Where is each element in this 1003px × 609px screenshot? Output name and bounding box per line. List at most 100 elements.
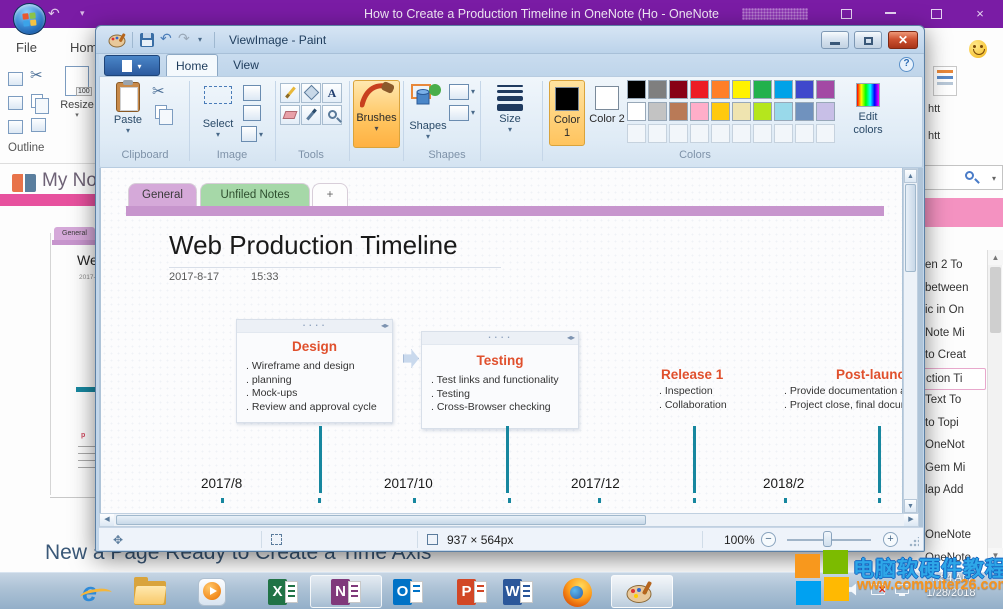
media-player-icon[interactable] bbox=[198, 577, 226, 606]
tab-home[interactable]: Home bbox=[166, 54, 218, 76]
color-swatch[interactable] bbox=[669, 80, 688, 99]
color-swatch-empty[interactable] bbox=[669, 124, 688, 143]
shape-fill-icon[interactable] bbox=[449, 105, 469, 121]
color-swatch[interactable] bbox=[690, 80, 709, 99]
size-button[interactable]: Size ▾ bbox=[488, 82, 532, 134]
color-picker-tool-icon[interactable] bbox=[301, 105, 321, 125]
shapes-icon[interactable] bbox=[411, 82, 443, 110]
crop-icon[interactable] bbox=[243, 85, 261, 101]
paint-redo-icon[interactable]: ↷ bbox=[178, 30, 190, 47]
outline-icon-3[interactable] bbox=[8, 120, 23, 134]
color-swatch[interactable] bbox=[711, 80, 730, 99]
link-fragment[interactable]: htt bbox=[928, 130, 940, 142]
paint-minimize-button[interactable] bbox=[821, 31, 849, 49]
onenote-scrollbar[interactable]: ▲ ▼ bbox=[987, 250, 1002, 563]
zoom-in-button[interactable]: + bbox=[883, 532, 898, 547]
color-swatch[interactable] bbox=[711, 102, 730, 121]
zoom-slider-thumb[interactable] bbox=[823, 531, 832, 547]
paint-undo-icon[interactable]: ↶ bbox=[160, 30, 172, 47]
color-swatch[interactable] bbox=[795, 102, 814, 121]
color-swatch[interactable] bbox=[753, 80, 772, 99]
save-icon[interactable] bbox=[140, 33, 154, 47]
color-swatch-empty[interactable] bbox=[753, 124, 772, 143]
scroll-right-icon[interactable]: ▶ bbox=[904, 514, 918, 526]
scroll-left-icon[interactable]: ◀ bbox=[100, 514, 114, 526]
touch-mode-button[interactable] bbox=[836, 7, 856, 21]
outline-icon-4[interactable] bbox=[31, 118, 46, 132]
color-swatch[interactable] bbox=[669, 102, 688, 121]
color-swatch-empty[interactable] bbox=[711, 124, 730, 143]
firefox-icon[interactable] bbox=[563, 577, 592, 607]
outline-dropdown-icon[interactable]: ▾ bbox=[471, 87, 475, 96]
color-swatch[interactable] bbox=[753, 102, 772, 121]
resize-grip[interactable] bbox=[909, 537, 919, 547]
search-scope-dropdown-icon[interactable]: ▾ bbox=[992, 174, 996, 183]
paste-icon[interactable] bbox=[31, 94, 43, 108]
internet-explorer-icon[interactable]: e bbox=[82, 577, 112, 607]
select-button[interactable]: Select ▾ bbox=[197, 82, 239, 139]
color-swatch[interactable] bbox=[627, 102, 646, 121]
zoom-out-button[interactable]: − bbox=[761, 532, 776, 547]
fill-tool-icon[interactable] bbox=[301, 83, 321, 103]
cut-tool-icon[interactable]: ✂ bbox=[152, 82, 165, 100]
paint-titlebar[interactable]: ↶ ↷ ▾ ViewImage - Paint ✕ bbox=[96, 26, 924, 54]
excel-icon[interactable]: X bbox=[268, 577, 298, 607]
text-tool-icon[interactable]: A bbox=[322, 83, 342, 103]
paste-button[interactable]: Paste ▾ bbox=[109, 82, 147, 135]
copy-icon[interactable] bbox=[155, 105, 167, 119]
onenote-minimize-button[interactable] bbox=[880, 7, 900, 21]
canvas-horizontal-scrollbar[interactable]: ◀ ▶ bbox=[99, 513, 919, 527]
paint-canvas[interactable]: General Unfiled Notes + Web Production T… bbox=[101, 168, 902, 513]
color1-button[interactable]: Color 1 bbox=[549, 80, 585, 146]
notebook-title[interactable]: My No bbox=[42, 170, 97, 192]
color-swatch[interactable] bbox=[648, 80, 667, 99]
color-swatch[interactable] bbox=[732, 80, 751, 99]
smiley-feedback-icon[interactable] bbox=[969, 40, 987, 58]
color2-button[interactable]: Color 2 bbox=[589, 80, 625, 146]
start-button[interactable] bbox=[13, 3, 46, 35]
scrollbar-thumb[interactable] bbox=[990, 267, 1001, 333]
color-swatch[interactable] bbox=[627, 80, 646, 99]
paint-close-button[interactable]: ✕ bbox=[888, 31, 918, 49]
onenote-icon[interactable]: N bbox=[331, 577, 361, 607]
color-swatch-empty[interactable] bbox=[690, 124, 709, 143]
color-swatch[interactable] bbox=[774, 102, 793, 121]
color-swatch[interactable] bbox=[648, 102, 667, 121]
color-swatch-empty[interactable] bbox=[816, 124, 835, 143]
paint-file-menu-button[interactable]: ▾ bbox=[104, 55, 160, 76]
resize-button[interactable]: 100 Resize ▾ bbox=[58, 66, 96, 124]
color-swatch-empty[interactable] bbox=[795, 124, 814, 143]
shape-outline-icon[interactable] bbox=[449, 84, 469, 100]
scrollbar-thumb[interactable] bbox=[905, 184, 916, 272]
shapes-button[interactable]: Shapes ▾ bbox=[407, 120, 449, 141]
onenote-restore-button[interactable] bbox=[926, 7, 946, 21]
color-swatch[interactable] bbox=[690, 102, 709, 121]
outline-icon[interactable] bbox=[8, 72, 23, 86]
tab-view[interactable]: View bbox=[221, 54, 271, 76]
color-swatch-empty[interactable] bbox=[648, 124, 667, 143]
qat-customize-icon[interactable]: ▾ bbox=[198, 35, 202, 44]
undo-icon[interactable]: ↶ bbox=[48, 5, 60, 22]
color-swatch[interactable] bbox=[816, 80, 835, 99]
rotate-icon[interactable] bbox=[241, 126, 257, 142]
paint-taskbar-icon[interactable] bbox=[625, 580, 655, 609]
word-icon[interactable]: W bbox=[503, 577, 533, 607]
scroll-up-icon[interactable]: ▲ bbox=[904, 169, 917, 183]
qat-dropdown-icon[interactable]: ▾ bbox=[80, 8, 85, 19]
canvas-vertical-scrollbar[interactable]: ▲ ▼ bbox=[903, 168, 918, 513]
scrollbar-thumb[interactable] bbox=[116, 515, 646, 525]
cut-icon[interactable]: ✂ bbox=[30, 66, 43, 84]
eraser-tool-icon[interactable] bbox=[280, 105, 300, 125]
onenote-close-button[interactable]: × bbox=[970, 7, 990, 21]
onenote-file-tab[interactable]: File bbox=[16, 40, 37, 55]
rotate-dropdown-icon[interactable]: ▾ bbox=[259, 130, 263, 139]
magnifier-tool-icon[interactable] bbox=[322, 105, 342, 125]
outline-icon-2[interactable] bbox=[8, 96, 23, 110]
color-swatch[interactable] bbox=[774, 80, 793, 99]
scroll-down-icon[interactable]: ▼ bbox=[904, 499, 917, 513]
color-swatch[interactable] bbox=[732, 102, 751, 121]
brushes-button[interactable]: Brushes ▾ bbox=[353, 80, 400, 148]
edit-colors-button[interactable]: Edit colors bbox=[847, 80, 889, 146]
pencil-tool-icon[interactable] bbox=[280, 83, 300, 103]
link-fragment[interactable]: htt bbox=[928, 103, 940, 115]
